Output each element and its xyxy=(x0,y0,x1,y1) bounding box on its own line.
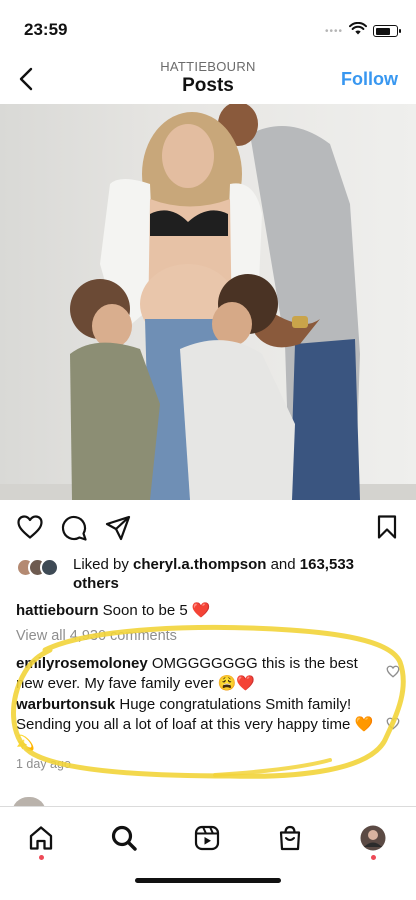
comment-emoji: 😩❤️ xyxy=(217,674,256,692)
status-icons: •••• xyxy=(324,21,401,40)
home-indicator xyxy=(135,878,281,883)
heart-icon xyxy=(17,515,43,539)
like-button[interactable] xyxy=(16,514,44,545)
caption-emoji: ❤️ xyxy=(191,602,211,619)
heart-icon xyxy=(386,665,400,678)
avatar xyxy=(360,825,386,851)
save-button[interactable] xyxy=(376,514,398,545)
share-button[interactable] xyxy=(104,514,132,547)
comment-username[interactable]: warburtonsuk xyxy=(16,696,115,713)
notification-dot xyxy=(370,855,376,860)
tab-home[interactable] xyxy=(24,821,58,855)
battery-icon xyxy=(373,25,401,37)
comment-like-button[interactable] xyxy=(386,717,400,735)
signal-icon: •••• xyxy=(324,25,343,37)
post-actions xyxy=(0,508,416,548)
status-bar: 23:59 •••• xyxy=(0,0,416,54)
likes-middle: and xyxy=(266,556,300,573)
caption-text: Soon to be 5 xyxy=(102,602,188,619)
shopping-bag-icon xyxy=(279,825,301,851)
wifi-icon xyxy=(349,21,367,40)
tab-profile[interactable] xyxy=(356,821,390,855)
comment-like-button[interactable] xyxy=(386,665,400,683)
paper-plane-icon xyxy=(105,515,131,541)
liker-avatars xyxy=(16,558,68,578)
likes-suffix: others xyxy=(73,575,119,592)
post-timestamp: 1 day ago xyxy=(16,757,71,771)
heart-icon xyxy=(386,717,400,730)
bookmark-icon xyxy=(377,515,397,539)
notification-dot xyxy=(38,855,44,860)
tab-shop[interactable] xyxy=(273,821,307,855)
post-photo[interactable] xyxy=(0,104,416,500)
comment-icon xyxy=(61,515,87,541)
likes-count: 163,533 xyxy=(299,556,355,573)
bottom-tab-bar xyxy=(0,806,416,900)
post-caption: hattiebourn Soon to be 5 ❤️ xyxy=(16,601,211,619)
reels-icon xyxy=(194,825,220,851)
comment-username[interactable]: emilyrosemoloney xyxy=(16,655,148,672)
avatar xyxy=(40,558,59,577)
likes-prefix: Liked by xyxy=(73,556,134,573)
tab-search[interactable] xyxy=(107,821,141,855)
likes-text: Liked by cheryl.a.thompson and 163,533 ot… xyxy=(73,555,403,593)
view-all-comments-link[interactable]: View all 4,930 comments xyxy=(16,628,177,644)
caption-username[interactable]: hattiebourn xyxy=(16,602,99,619)
search-icon xyxy=(111,825,137,851)
home-icon xyxy=(29,826,53,850)
tab-reels[interactable] xyxy=(190,821,224,855)
follow-button[interactable]: Follow xyxy=(341,69,398,90)
status-time: 23:59 xyxy=(24,20,68,39)
comment: emilyrosemoloney OMGGGGGGG this is the b… xyxy=(16,654,386,693)
liker-username[interactable]: cheryl.a.thompson xyxy=(133,556,266,573)
comment-button[interactable] xyxy=(60,514,88,547)
nav-bar: HATTIEBOURN Posts Follow xyxy=(0,54,416,104)
comment: warburtonsuk Huge congratulations Smith … xyxy=(16,695,386,754)
